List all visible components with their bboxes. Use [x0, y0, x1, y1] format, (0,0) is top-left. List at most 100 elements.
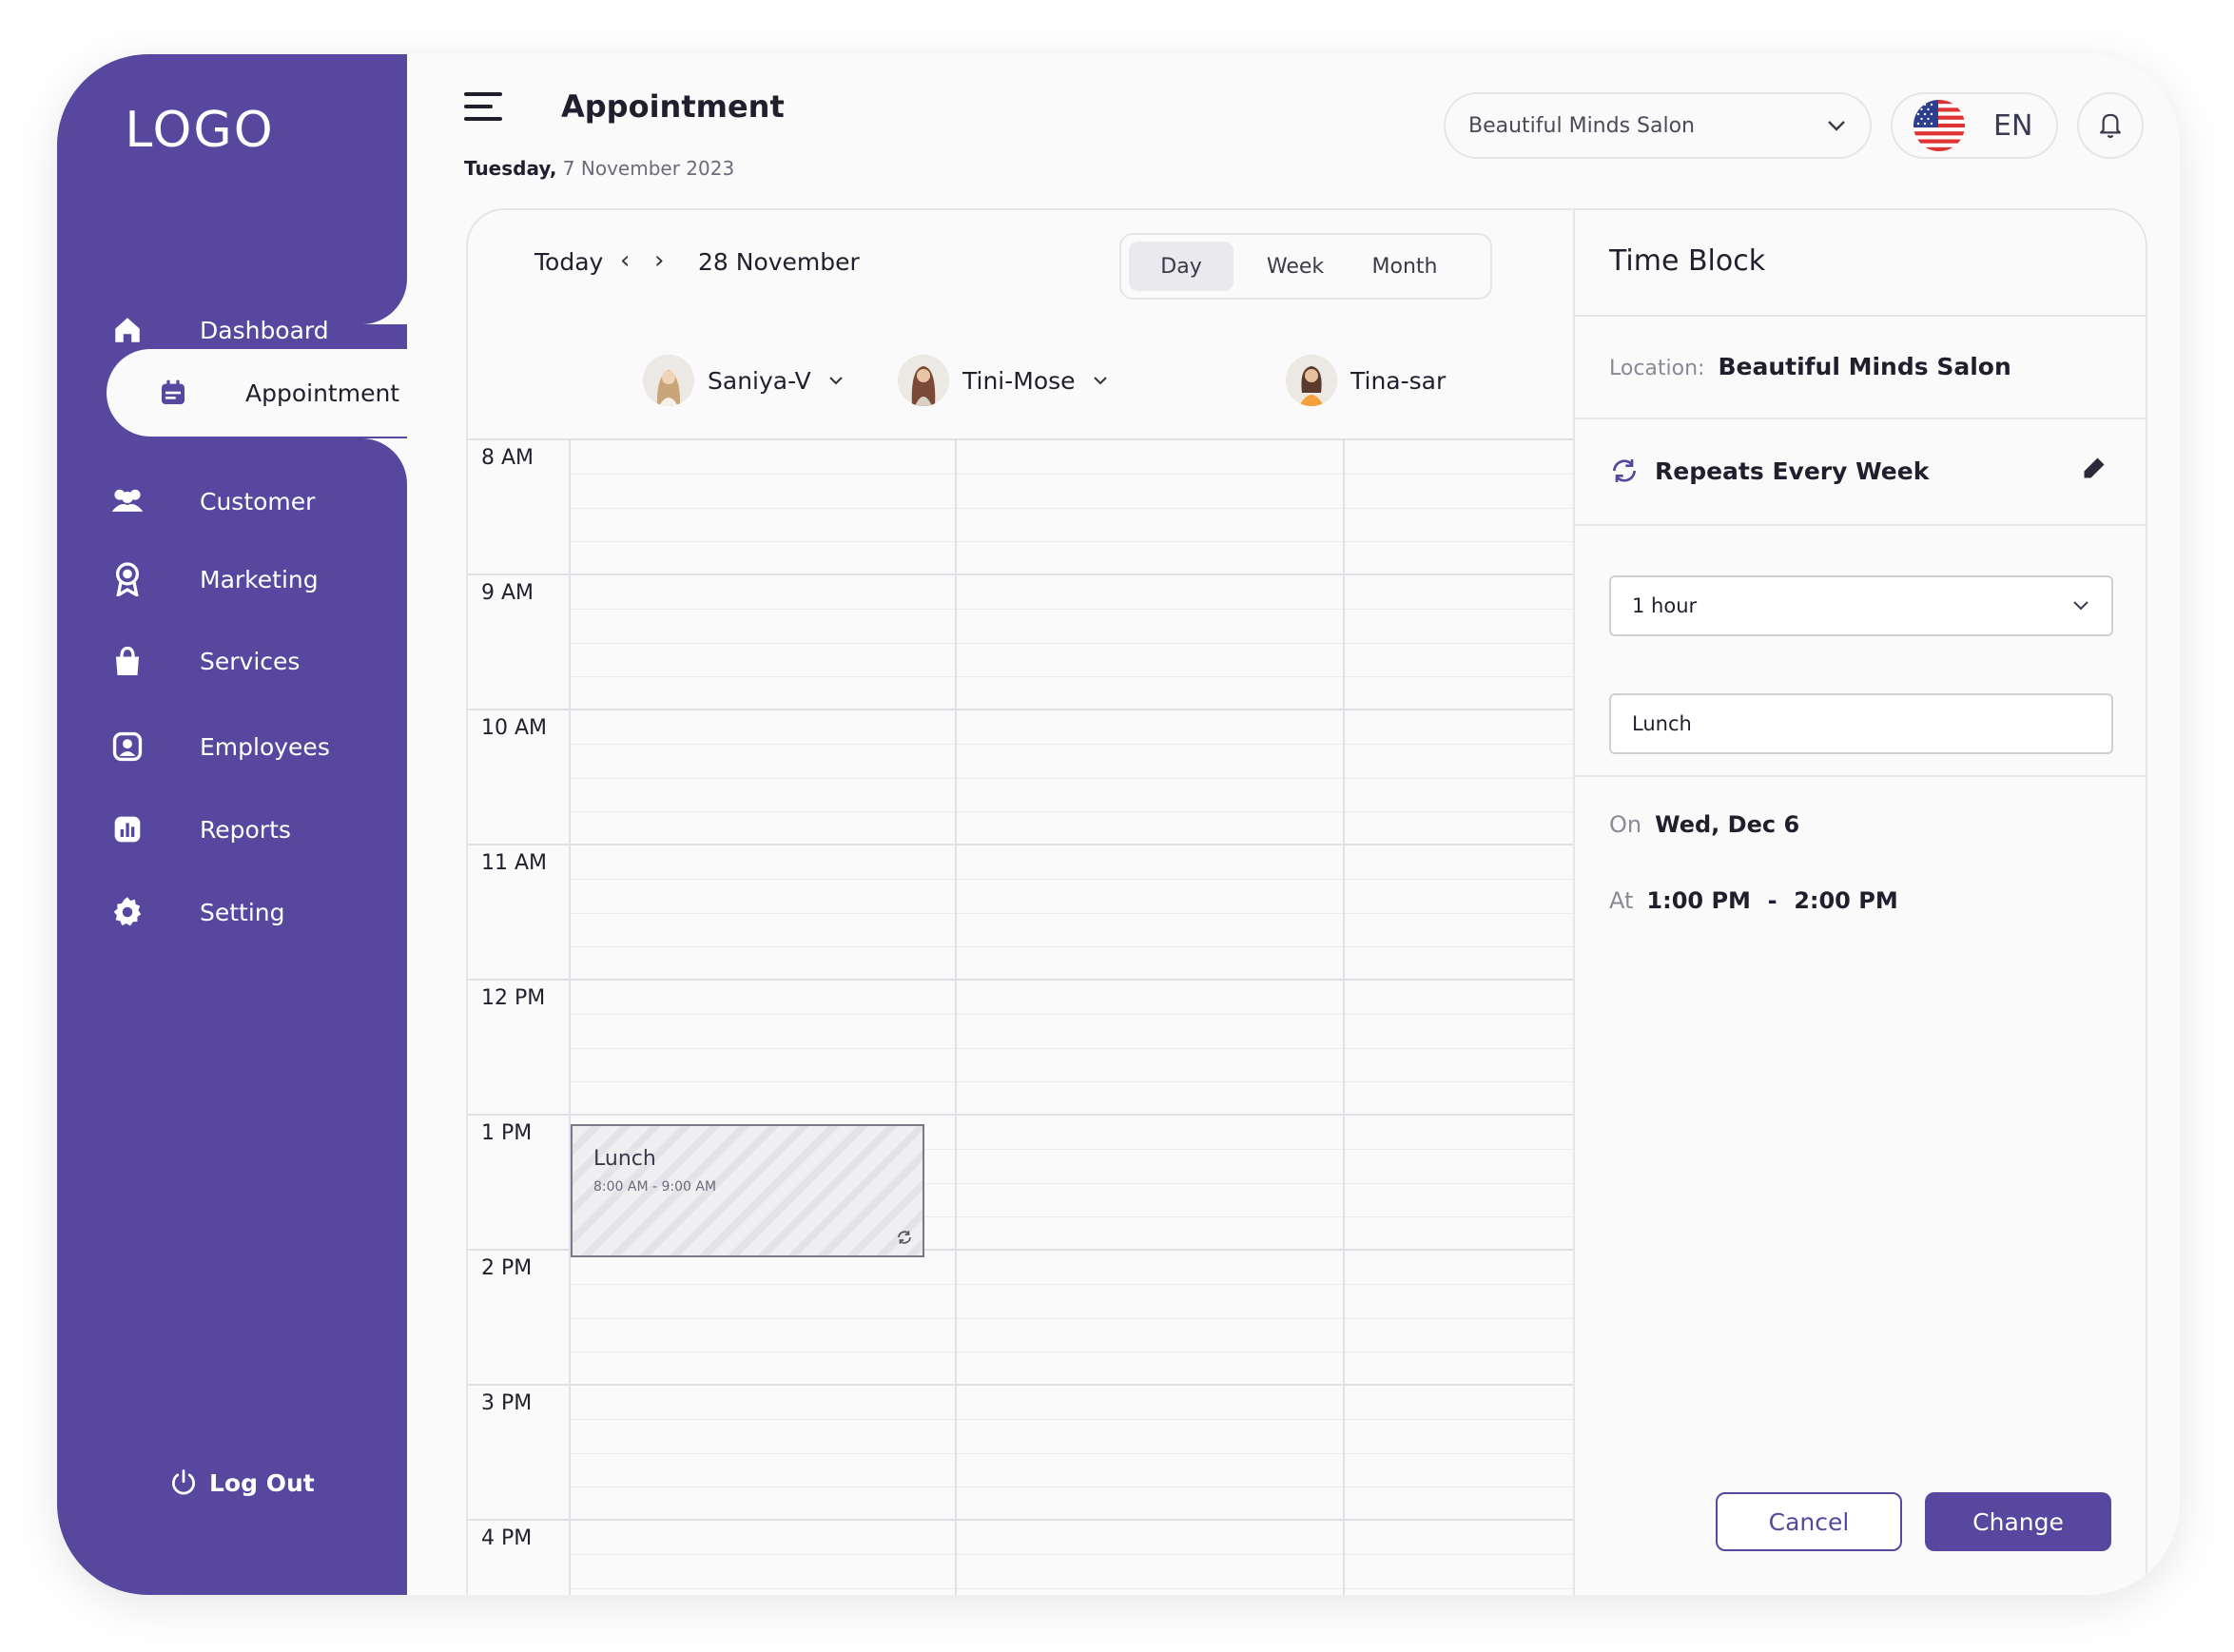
chevron-down-icon: [1826, 119, 1847, 132]
notification-bell-icon[interactable]: [2077, 92, 2144, 159]
hour-label: 3 PM: [481, 1391, 533, 1415]
sidebar: LOGO Dashboard Appointment Customer Mark…: [57, 54, 468, 1595]
event-time: 8:00 AM - 9:00 AM: [593, 1179, 717, 1195]
active-notch: [361, 279, 407, 324]
column-divider: [1343, 440, 1345, 1595]
hour-row: 9 AM: [468, 575, 1573, 710]
chevron-down-icon: [2071, 600, 2090, 612]
repeat-row: Repeats Every Week: [1609, 456, 1929, 486]
duration-value: 1 hour: [1632, 594, 1698, 617]
page-date-rest: 7 November 2023: [556, 157, 735, 180]
chevron-down-icon: [828, 376, 844, 385]
column-divider: [955, 440, 957, 1595]
page-date: Tuesday, 7 November 2023: [464, 157, 734, 180]
time-separator: -: [1767, 887, 1777, 914]
us-flag-icon: [1913, 100, 1965, 151]
hour-label: 12 PM: [481, 986, 546, 1010]
location-value: Beautiful Minds Salon: [1718, 353, 2011, 380]
employee-icon: [108, 728, 146, 766]
repeat-icon: [896, 1229, 913, 1246]
view-day-tab[interactable]: Day: [1129, 242, 1234, 291]
sidebar-item-marketing[interactable]: Marketing: [108, 551, 394, 608]
change-button[interactable]: Change: [1925, 1492, 2111, 1551]
hour-label: 9 AM: [481, 581, 534, 605]
block-name-value: Lunch: [1632, 712, 1692, 735]
location-label: Location:: [1609, 357, 1705, 380]
calendar-grid: 8 AM 9 AM 10 AM 11 AM 12 PM 1 PM 2 PM 3 …: [468, 438, 1573, 1595]
bag-icon: [108, 642, 146, 680]
sidebar-item-services[interactable]: Services: [108, 632, 394, 690]
date-row: On Wed, Dec 6: [1609, 811, 1799, 838]
menu-icon[interactable]: [464, 92, 506, 123]
time-block-panel: Time Block Location: Beautiful Minds Sal…: [1573, 208, 2147, 1595]
chevron-right-icon[interactable]: ›: [654, 246, 664, 275]
staff-name: Tina-sar: [1350, 366, 1447, 395]
current-date: 28 November: [698, 248, 860, 276]
salon-select-value: Beautiful Minds Salon: [1468, 113, 1696, 138]
sidebar-item-label: Appointment: [245, 379, 400, 407]
repeat-icon: [1609, 456, 1640, 486]
sidebar-item-label: Employees: [200, 732, 330, 761]
sidebar-item-setting[interactable]: Setting: [108, 884, 394, 941]
time-block-event[interactable]: Lunch 8:00 AM - 9:00 AM: [571, 1124, 924, 1257]
sidebar-item-label: Reports: [200, 815, 291, 844]
language-code: EN: [1993, 108, 2033, 143]
sidebar-item-label: Setting: [200, 898, 285, 926]
sidebar-item-employees[interactable]: Employees: [108, 718, 394, 775]
duration-select[interactable]: 1 hour: [1609, 575, 2113, 636]
staff-column-header[interactable]: Tini-Mose: [898, 353, 1108, 408]
event-title: Lunch: [593, 1147, 656, 1171]
app-frame: LOGO Dashboard Appointment Customer Mark…: [57, 54, 2180, 1595]
language-selector[interactable]: EN: [1891, 92, 2058, 159]
edit-pencil-icon[interactable]: [2081, 454, 2108, 482]
page-date-day: Tuesday,: [464, 157, 557, 180]
column-divider: [569, 440, 571, 1595]
avatar: [898, 355, 949, 406]
users-icon: [108, 482, 146, 520]
on-value: Wed, Dec 6: [1655, 811, 1800, 838]
power-icon: [169, 1468, 198, 1497]
staff-column-header[interactable]: Tina-sar: [1286, 353, 1446, 408]
avatar: [643, 355, 694, 406]
chart-icon: [108, 810, 146, 848]
staff-name: Saniya-V: [708, 366, 811, 395]
hour-row: 2 PM: [468, 1251, 1573, 1386]
hour-label: 8 AM: [481, 446, 534, 470]
sidebar-item-customer[interactable]: Customer: [108, 473, 394, 530]
start-time: 1:00 PM: [1646, 887, 1751, 914]
salon-select[interactable]: Beautiful Minds Salon: [1444, 92, 1872, 159]
today-button[interactable]: Today: [534, 248, 603, 276]
sidebar-item-reports[interactable]: Reports: [108, 801, 394, 858]
logout-button[interactable]: Log Out: [169, 1468, 315, 1497]
time-row: At 1:00 PM - 2:00 PM: [1609, 887, 1898, 914]
hour-label: 11 AM: [481, 851, 548, 875]
location-row: Location: Beautiful Minds Salon: [1609, 353, 2011, 380]
calendar: Today ‹ › 28 November Day Week Month San…: [466, 208, 1573, 1595]
view-switcher: Day Week Month: [1119, 233, 1492, 300]
hour-row: 12 PM: [468, 981, 1573, 1116]
view-month-tab[interactable]: Month: [1357, 242, 1452, 291]
hour-row: 3 PM: [468, 1386, 1573, 1521]
cancel-button[interactable]: Cancel: [1716, 1492, 1902, 1551]
hour-label: 10 AM: [481, 716, 548, 740]
logo: LOGO: [125, 102, 275, 159]
staff-name: Tini-Mose: [962, 366, 1076, 395]
home-icon: [108, 311, 146, 349]
main-content: Appointment Tuesday, 7 November 2023 Bea…: [407, 54, 2180, 1595]
gear-icon: [108, 893, 146, 931]
sidebar-item-label: Dashboard: [200, 316, 329, 344]
hour-label: 1 PM: [481, 1121, 533, 1145]
block-name-input[interactable]: Lunch: [1609, 693, 2113, 754]
at-label: At: [1609, 887, 1634, 914]
chevron-down-icon: [1093, 376, 1108, 385]
hour-row: 4 PM: [468, 1521, 1573, 1595]
view-week-tab[interactable]: Week: [1234, 242, 1357, 291]
hour-row: 11 AM: [468, 845, 1573, 981]
page-title: Appointment: [561, 88, 785, 125]
staff-column-header[interactable]: Saniya-V: [643, 353, 844, 408]
badge-icon: [108, 560, 146, 598]
calendar-icon: [154, 374, 192, 412]
hour-label: 4 PM: [481, 1526, 533, 1550]
logout-label: Log Out: [209, 1468, 315, 1497]
chevron-left-icon[interactable]: ‹: [620, 246, 630, 275]
